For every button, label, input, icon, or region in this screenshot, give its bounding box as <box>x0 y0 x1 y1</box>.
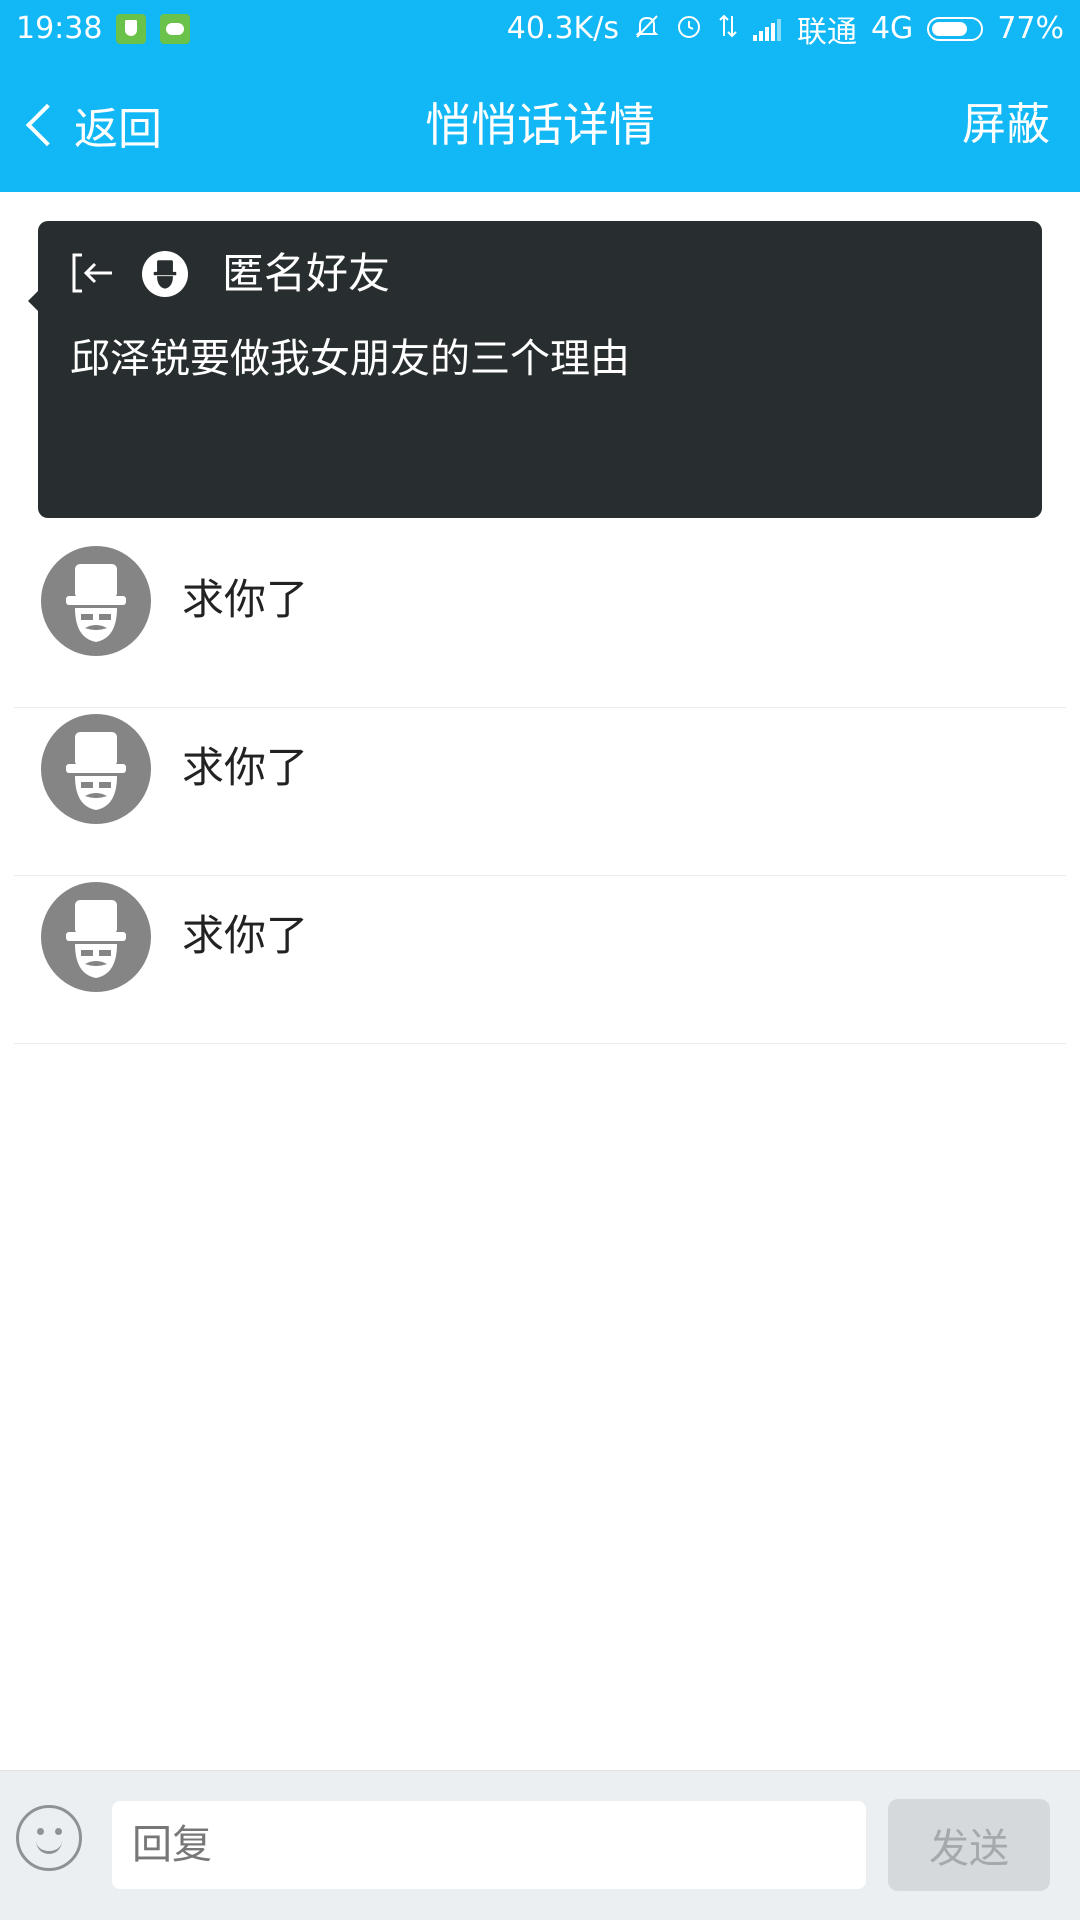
anonymous-avatar-icon <box>41 546 151 656</box>
battery-icon <box>927 16 984 41</box>
emoji-icon[interactable] <box>16 1805 82 1871</box>
message-text: 邱泽锐要做我女朋友的三个理由 <box>70 336 630 382</box>
reply-item[interactable]: 求你了 <box>14 540 1066 708</box>
exit-icon[interactable] <box>70 251 116 295</box>
carrier-name: 联通 <box>796 14 857 50</box>
reply-list: 求你了 求你了 求你了 <box>0 540 1080 1044</box>
block-button[interactable]: 屏蔽 <box>962 92 1050 158</box>
battery-percent: 77% <box>997 11 1064 46</box>
reply-item[interactable]: 求你了 <box>14 876 1066 1044</box>
reply-item[interactable]: 求你了 <box>14 708 1066 876</box>
network-type: 4G <box>870 11 914 46</box>
reply-text: 求你了 <box>182 575 309 624</box>
status-right: 40.3K/s 联通 4G 77% <box>493 7 1064 51</box>
anonymous-avatar-icon <box>41 714 151 824</box>
mute-icon <box>633 12 661 45</box>
shield-notification-icon <box>116 13 147 44</box>
sender-name: 匿名好友 <box>222 249 391 298</box>
nav-bar: 返回 悄悄话详情 屏蔽 <box>0 57 1080 192</box>
signal-icon <box>752 17 783 41</box>
data-transfer-icon <box>717 12 739 45</box>
anonymous-avatar-icon <box>142 251 188 297</box>
reply-text: 求你了 <box>182 743 309 792</box>
network-speed: 40.3K/s <box>506 11 619 46</box>
emoji-mouth <box>36 1834 62 1854</box>
status-bar: 19:38 40.3K/s 联通 4G 77% <box>0 0 1080 57</box>
clock: 19:38 <box>16 11 103 46</box>
alarm-icon <box>675 12 703 45</box>
message-card: 匿名好友 邱泽锐要做我女朋友的三个理由 <box>28 221 1042 518</box>
android-notification-icon <box>160 13 191 44</box>
send-button[interactable]: 发送 <box>888 1799 1050 1891</box>
page-title: 悄悄话详情 <box>425 98 655 152</box>
reply-input-bar: 发送 <box>0 1770 1080 1920</box>
card-pointer <box>28 291 38 311</box>
battery-fill <box>932 21 968 36</box>
reply-text: 求你了 <box>182 911 309 960</box>
anonymous-avatar-icon <box>41 882 151 992</box>
status-left: 19:38 <box>16 11 204 46</box>
reply-input[interactable] <box>112 1801 866 1889</box>
